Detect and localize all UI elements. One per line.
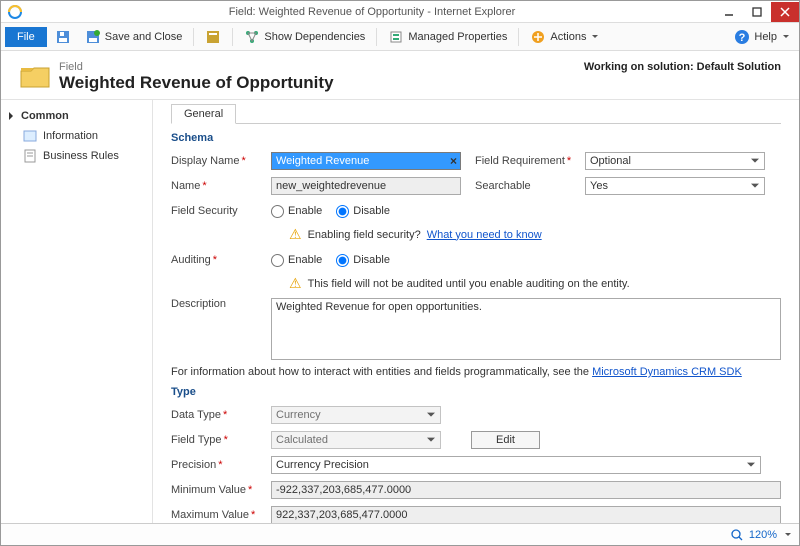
security-link[interactable]: What you need to know — [427, 229, 542, 241]
data-type-select[interactable]: Currency — [271, 406, 441, 424]
separator — [193, 28, 194, 46]
toolbar-icon-button[interactable] — [199, 26, 227, 48]
auditing-disable[interactable] — [336, 254, 349, 267]
label-searchable: Searchable — [475, 180, 585, 192]
sidebar-item-business-rules[interactable]: Business Rules — [1, 146, 152, 166]
solution-label: Working on solution: Default Solution — [584, 61, 781, 73]
save-button[interactable] — [49, 26, 77, 48]
sidebar-header: Common — [1, 106, 152, 126]
minimize-button[interactable] — [715, 2, 743, 22]
tab-general[interactable]: General — [171, 104, 236, 124]
zoom-value[interactable]: 120% — [749, 529, 777, 541]
managed-props-icon — [388, 29, 404, 45]
managed-props-label: Managed Properties — [408, 31, 507, 43]
label-description: Description — [171, 298, 271, 310]
separator — [376, 28, 377, 46]
actions-label: Actions — [550, 31, 586, 43]
edit-button[interactable]: Edit — [471, 431, 540, 449]
auditing-enable[interactable] — [271, 254, 284, 267]
toolbar: File Save and Close Show Dependencies Ma… — [1, 23, 799, 51]
field-type-select[interactable]: Calculated — [271, 431, 441, 449]
field-security-disable[interactable] — [336, 205, 349, 218]
sidebar: Common Information Business Rules — [1, 100, 153, 530]
rules-icon — [23, 149, 37, 163]
managed-properties-button[interactable]: Managed Properties — [382, 26, 513, 48]
sdk-link[interactable]: Microsoft Dynamics CRM SDK — [592, 366, 742, 378]
page-title: Weighted Revenue of Opportunity — [59, 73, 334, 93]
label-max-value: Maximum Value — [171, 509, 271, 521]
help-icon: ? — [734, 29, 750, 45]
label-display-name: Display Name — [171, 155, 271, 167]
label-field-type: Field Type — [171, 434, 271, 446]
label-field-requirement: Field Requirement — [475, 155, 585, 167]
name-input[interactable] — [271, 177, 461, 195]
label-min-value: Minimum Value — [171, 484, 271, 496]
main-panel: General Schema Display Name × Field Requ… — [153, 100, 799, 530]
help-menu[interactable]: ? Help — [728, 26, 795, 48]
dropdown-icon — [783, 35, 789, 41]
help-label: Help — [754, 31, 777, 43]
info-icon — [23, 129, 37, 143]
save-icon — [55, 29, 71, 45]
dropdown-icon — [592, 35, 598, 41]
separator — [232, 28, 233, 46]
show-deps-label: Show Dependencies — [264, 31, 365, 43]
sidebar-item-information[interactable]: Information — [1, 126, 152, 146]
close-button[interactable] — [771, 2, 799, 22]
clear-icon[interactable]: × — [450, 154, 457, 168]
save-close-label: Save and Close — [105, 31, 183, 43]
save-close-icon — [85, 29, 101, 45]
ie-icon — [7, 4, 23, 20]
statusbar: 120% — [1, 523, 799, 545]
file-menu[interactable]: File — [5, 27, 47, 47]
section-schema: Schema — [171, 132, 781, 144]
dependencies-icon — [244, 29, 260, 45]
label-auditing: Auditing — [171, 254, 271, 266]
window-title: Field: Weighted Revenue of Opportunity -… — [29, 6, 715, 18]
titlebar: Field: Weighted Revenue of Opportunity -… — [1, 1, 799, 23]
breadcrumb: Field — [59, 61, 334, 73]
actions-icon — [530, 29, 546, 45]
actions-menu[interactable]: Actions — [524, 26, 604, 48]
page-header: Field Weighted Revenue of Opportunity Wo… — [1, 51, 799, 100]
expand-icon — [9, 112, 17, 120]
label-data-type: Data Type — [171, 409, 271, 421]
label-name: Name — [171, 180, 271, 192]
sdk-info: For information about how to interact wi… — [171, 366, 781, 378]
precision-select[interactable]: Currency Precision — [271, 456, 761, 474]
max-value-input[interactable] — [271, 506, 781, 524]
label-precision: Precision — [171, 459, 271, 471]
description-textarea[interactable]: Weighted Revenue for open opportunities. — [271, 298, 781, 360]
tab-strip: General — [171, 100, 781, 124]
separator — [518, 28, 519, 46]
warning-icon: ⚠ — [289, 275, 302, 292]
zoom-dropdown-icon[interactable] — [785, 533, 791, 539]
show-dependencies-button[interactable]: Show Dependencies — [238, 26, 371, 48]
display-name-input[interactable] — [271, 152, 461, 170]
svg-text:?: ? — [739, 32, 746, 44]
searchable-select[interactable]: Yes — [585, 177, 765, 195]
zoom-icon[interactable] — [731, 529, 743, 541]
field-requirement-select[interactable]: Optional — [585, 152, 765, 170]
field-security-enable[interactable] — [271, 205, 284, 218]
sidebar-item-label: Information — [43, 130, 98, 142]
label-field-security: Field Security — [171, 205, 271, 217]
sidebar-item-label: Business Rules — [43, 150, 119, 162]
save-close-button[interactable]: Save and Close — [79, 26, 189, 48]
warning-icon: ⚠ — [289, 226, 302, 243]
auditing-warning: ⚠ This field will not be audited until y… — [289, 275, 799, 292]
field-icon — [19, 61, 51, 89]
section-type: Type — [171, 386, 781, 398]
security-warning: ⚠ Enabling field security? What you need… — [289, 226, 799, 243]
maximize-button[interactable] — [743, 2, 771, 22]
min-value-input[interactable] — [271, 481, 781, 499]
form-icon — [205, 29, 221, 45]
